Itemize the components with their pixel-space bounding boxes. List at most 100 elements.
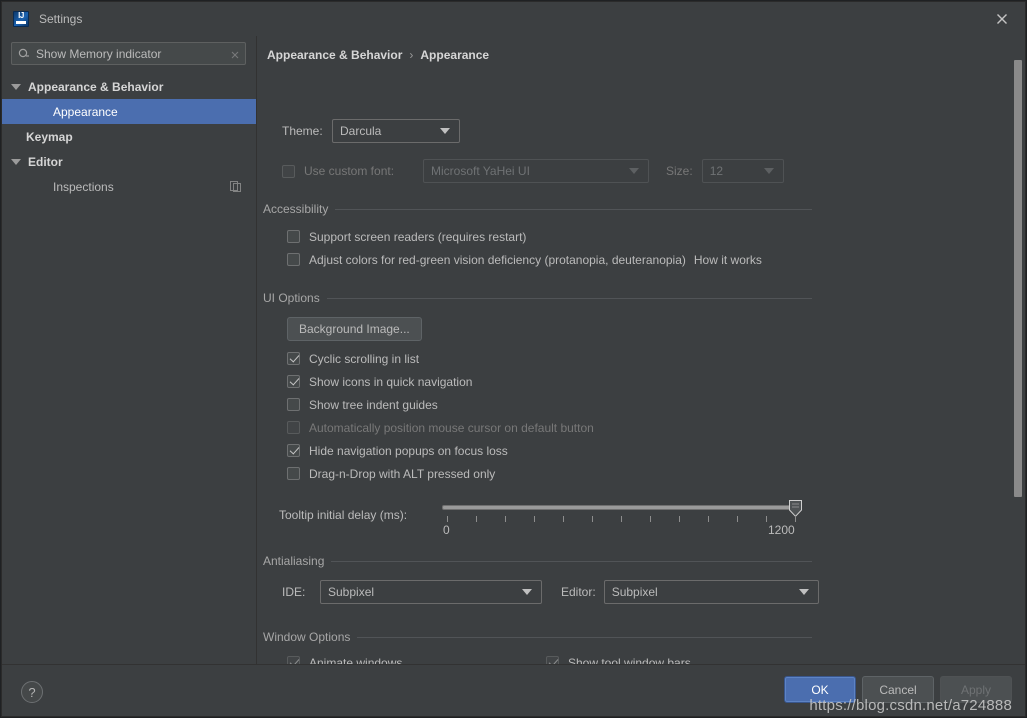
appearance-settings-pane: Theme: Darcula Use custom font: Microsof… [257, 72, 1026, 664]
antialiasing-editor-select[interactable]: Subpixel [603, 580, 819, 604]
cancel-button-label: Cancel [879, 682, 917, 697]
intellij-idea-logo-icon [13, 10, 29, 27]
chevron-down-icon [629, 168, 639, 174]
sidebar-item-label: Appearance [53, 104, 118, 119]
cyclic-scrolling-checkbox[interactable] [287, 352, 300, 365]
accessibility-options: Support screen readers (requires restart… [287, 225, 762, 271]
antialiasing-editor-value: Subpixel [611, 585, 658, 599]
sidebar-item-label: Keymap [26, 129, 73, 144]
show-tool-window-bars-checkbox[interactable] [546, 656, 559, 664]
show-tree-indent-guides-checkbox[interactable] [287, 398, 300, 411]
accessibility-title: Accessibility [263, 202, 329, 216]
support-screen-readers-label: Support screen readers (requires restart… [309, 229, 527, 244]
show-icons-quick-nav-checkbox[interactable] [287, 375, 300, 388]
apply-button[interactable]: Apply [940, 676, 1012, 703]
cancel-button[interactable]: Cancel [862, 676, 934, 703]
show-tree-indent-guides-row[interactable]: Show tree indent guides [287, 393, 594, 416]
chevron-down-icon[interactable] [11, 83, 21, 90]
show-icons-quick-nav-label: Show icons in quick navigation [309, 374, 473, 389]
antialiasing-ide-value: Subpixel [328, 585, 375, 599]
search-input-value: Show Memory indicator [36, 46, 162, 61]
font-size-label: Size: [666, 164, 693, 178]
support-screen-readers-checkbox[interactable] [287, 230, 300, 243]
custom-font-value: Microsoft YaHei UI [431, 164, 530, 178]
how-it-works-link[interactable]: How it works [694, 253, 762, 267]
hide-nav-popups-row[interactable]: Hide navigation popups on focus loss [287, 439, 594, 462]
use-custom-font-checkbox[interactable] [282, 164, 295, 178]
slider-track[interactable] [442, 505, 797, 510]
support-screen-readers-row[interactable]: Support screen readers (requires restart… [287, 225, 762, 248]
help-icon-label: ? [28, 684, 36, 700]
ui-options-section-header: UI Options [263, 291, 812, 305]
help-icon[interactable]: ? [21, 681, 43, 703]
animate-windows-label: Animate windows [309, 655, 403, 665]
footer-buttons: OK Cancel Apply [784, 676, 1012, 703]
window-title: Settings [39, 11, 83, 26]
cyclic-scrolling-label: Cyclic scrolling in list [309, 351, 420, 366]
antialiasing-ide-select[interactable]: Subpixel [320, 580, 542, 604]
sidebar-item-keymap[interactable]: Keymap [1, 124, 256, 149]
section-divider [335, 208, 812, 210]
sidebar-item-label: Inspections [53, 179, 114, 194]
drag-n-drop-alt-checkbox[interactable] [287, 467, 300, 480]
show-tool-window-bars-row[interactable]: Show tool window bars [546, 651, 714, 664]
custom-font-select[interactable]: Microsoft YaHei UI [423, 159, 649, 183]
search-icon [17, 47, 31, 61]
show-icons-quick-nav-row[interactable]: Show icons in quick navigation [287, 370, 594, 393]
hide-nav-popups-checkbox[interactable] [287, 444, 300, 457]
content-scrollbar[interactable] [1013, 36, 1023, 664]
breadcrumb-parent[interactable]: Appearance & Behavior [267, 48, 402, 62]
theme-row: Theme: Darcula [282, 119, 460, 143]
chevron-down-icon[interactable] [11, 158, 21, 165]
ui-options-list: Cyclic scrolling in list Show icons in q… [287, 347, 594, 485]
sidebar-item-appearance-and-behavior[interactable]: Appearance & Behavior [1, 74, 256, 99]
drag-n-drop-alt-label: Drag-n-Drop with ALT pressed only [309, 466, 496, 481]
auto-position-cursor-row[interactable]: Automatically position mouse cursor on d… [287, 416, 594, 439]
slider-thumb[interactable] [789, 500, 802, 518]
custom-font-row: Use custom font: Microsoft YaHei UI Size… [282, 159, 784, 183]
window-options-section-header: Window Options [263, 630, 812, 644]
ok-button[interactable]: OK [784, 676, 856, 703]
use-custom-font-label: Use custom font: [304, 164, 395, 178]
dialog-body: Show Memory indicator Appearance & Behav… [1, 36, 1026, 664]
sidebar-item-label: Editor [28, 154, 63, 169]
auto-position-cursor-checkbox[interactable] [287, 421, 300, 434]
search-input[interactable]: Show Memory indicator [11, 42, 246, 65]
adjust-colors-label: Adjust colors for red-green vision defic… [309, 252, 686, 267]
cyclic-scrolling-row[interactable]: Cyclic scrolling in list [287, 347, 594, 370]
tooltip-delay-slider[interactable]: 0 1200 [442, 497, 802, 537]
chevron-down-icon [440, 128, 450, 134]
chevron-down-icon [798, 589, 809, 595]
adjust-colors-checkbox[interactable] [287, 253, 300, 266]
dialog-footer: ? OK Cancel Apply https://blog.csdn.net/… [1, 664, 1026, 717]
show-tree-indent-guides-label: Show tree indent guides [309, 397, 438, 412]
accessibility-section-header: Accessibility [263, 202, 812, 216]
sidebar-item-inspections[interactable]: Inspections [1, 174, 256, 199]
ui-options-title: UI Options [263, 291, 320, 305]
section-divider [326, 297, 812, 299]
sidebar-item-appearance[interactable]: Appearance [1, 99, 256, 124]
tooltip-delay-label: Tooltip initial delay (ms): [279, 508, 408, 522]
chevron-down-icon [763, 168, 774, 174]
hide-nav-popups-label: Hide navigation popups on focus loss [309, 443, 508, 458]
sidebar-item-editor[interactable]: Editor [1, 149, 256, 174]
slider-ticks [442, 516, 797, 524]
content-scrollbar-thumb[interactable] [1014, 60, 1022, 497]
settings-tree: Appearance & Behavior Appearance Keymap … [1, 74, 256, 199]
drag-n-drop-alt-row[interactable]: Drag-n-Drop with ALT pressed only [287, 462, 594, 485]
close-icon[interactable] [992, 9, 1012, 29]
section-divider [331, 560, 812, 562]
copy-icon[interactable] [229, 180, 242, 193]
clear-icon[interactable] [229, 48, 241, 60]
font-size-select[interactable]: 12 [701, 159, 784, 183]
font-size-value: 12 [709, 164, 724, 178]
theme-select-value: Darcula [340, 124, 382, 138]
theme-select[interactable]: Darcula [332, 119, 460, 143]
theme-label: Theme: [282, 124, 323, 138]
background-image-button[interactable]: Background Image... [287, 317, 422, 341]
window-options-title: Window Options [263, 630, 351, 644]
adjust-colors-row[interactable]: Adjust colors for red-green vision defic… [287, 248, 762, 271]
animate-windows-row[interactable]: Animate windows [287, 651, 434, 664]
section-divider [357, 636, 812, 638]
animate-windows-checkbox[interactable] [287, 656, 300, 664]
